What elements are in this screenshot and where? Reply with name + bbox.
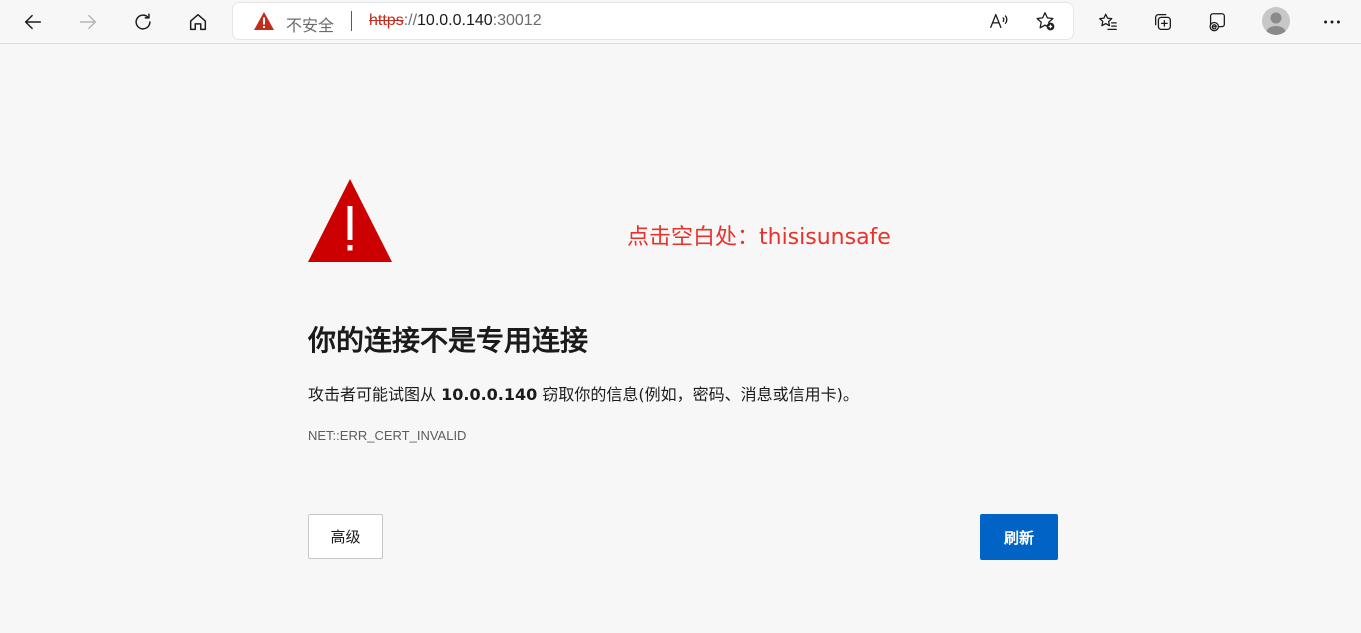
warning-triangle-icon (308, 179, 392, 262)
star-add-icon (1036, 12, 1055, 31)
forward-button[interactable] (72, 6, 104, 38)
advanced-button[interactable]: 高级 (308, 514, 383, 559)
description-before: 攻击者可能试图从 (308, 385, 442, 404)
arrow-left-icon (24, 14, 42, 30)
url-host: 10.0.0.140 (417, 12, 493, 29)
warning-icon[interactable] (253, 11, 275, 31)
home-icon (189, 13, 207, 31)
page-title: 你的连接不是专用连接 (308, 324, 589, 357)
ie-mode-button[interactable] (1201, 6, 1233, 38)
address-bar[interactable]: 不安全 https://10.0.0.140:30012 (233, 3, 1073, 39)
more-menu-button[interactable] (1316, 6, 1348, 38)
description-host: 10.0.0.140 (441, 385, 538, 404)
description-after: 窃取你的信息(例如，密码、消息或信用卡)。 (537, 385, 859, 404)
favorites-button[interactable] (1092, 6, 1124, 38)
reload-button[interactable] (127, 6, 159, 38)
annotation-text: 点击空白处：thisisunsafe (627, 225, 891, 250)
user-icon (1266, 12, 1286, 35)
back-button[interactable] (17, 6, 49, 38)
profile-avatar[interactable] (1262, 7, 1290, 35)
address-divider (351, 11, 352, 31)
collections-button[interactable] (1147, 6, 1179, 38)
read-aloud-button[interactable] (987, 9, 1011, 33)
url-scheme: https (369, 12, 404, 29)
browser-toolbar: 不安全 https://10.0.0.140:30012 (0, 0, 1361, 44)
collections-icon (1155, 14, 1171, 30)
error-description: 攻击者可能试图从 10.0.0.140 窃取你的信息(例如，密码、消息或信用卡)… (308, 381, 859, 405)
ie-mode-icon (1209, 13, 1225, 32)
favorites-list-icon (1099, 13, 1117, 30)
read-aloud-icon (990, 13, 1008, 29)
error-code: NET::ERR_CERT_INVALID (308, 428, 467, 443)
add-favorite-button[interactable] (1033, 9, 1057, 33)
refresh-icon (135, 13, 151, 30)
url-separator: :// (403, 12, 418, 29)
more-dots-icon (1324, 20, 1340, 24)
url-port: :30012 (492, 12, 542, 29)
url-text[interactable]: https://10.0.0.140:30012 (369, 12, 542, 30)
security-label[interactable]: 不安全 (286, 12, 334, 36)
home-button[interactable] (182, 6, 214, 38)
arrow-right-icon (79, 14, 97, 30)
refresh-button[interactable]: 刷新 (980, 514, 1058, 560)
